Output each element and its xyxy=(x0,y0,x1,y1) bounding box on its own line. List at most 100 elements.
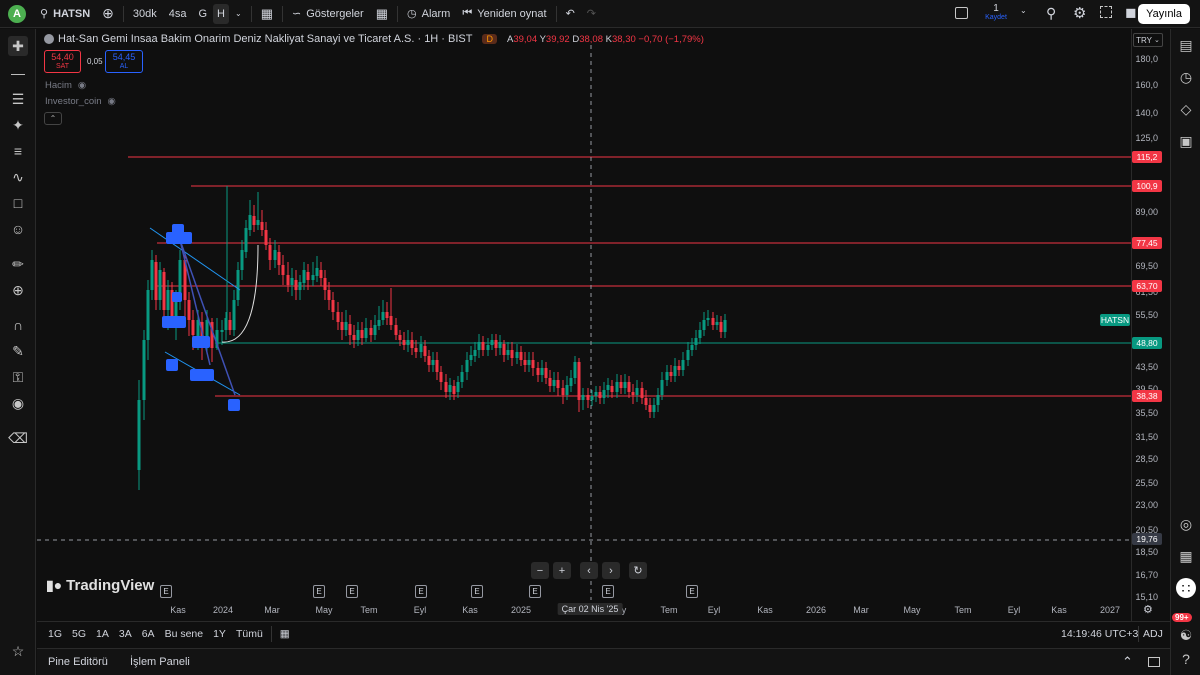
layers-icon[interactable]: ◇ xyxy=(1176,99,1196,119)
time-scale[interactable]: Kas 2024 Mar May Tem Eyl Kas 2025 y Çar … xyxy=(37,601,1169,619)
eye-hidden-icon[interactable]: ◉ xyxy=(78,80,86,91)
event-marker[interactable]: E xyxy=(686,585,698,598)
interval-30m[interactable]: 30dk xyxy=(127,0,163,28)
pine-editor-tab[interactable]: Pine Editörü xyxy=(37,656,119,668)
candle-body xyxy=(348,324,352,335)
event-marker[interactable]: E xyxy=(313,585,325,598)
indicator-volume-label: Hacim xyxy=(45,80,72,91)
adjust-toggle[interactable]: ADJ xyxy=(1143,628,1163,640)
range-6m[interactable]: 6A xyxy=(137,628,160,640)
event-marker[interactable]: E xyxy=(602,585,614,598)
price-chart[interactable] xyxy=(37,29,1169,621)
alerts-clock-icon[interactable]: ◷ xyxy=(1176,67,1196,87)
range-1d[interactable]: 1G xyxy=(43,628,67,640)
apps-grid-icon[interactable]: ∷ xyxy=(1176,578,1196,598)
compare-symbol-button[interactable]: ⊕ xyxy=(96,0,120,28)
buy-button[interactable]: 54,45 AL xyxy=(105,50,143,73)
range-all[interactable]: Tümü xyxy=(231,628,268,640)
zoom-in-button[interactable]: + xyxy=(553,562,571,579)
tradingview-logo[interactable]: ▮● TradingView xyxy=(46,577,154,594)
alarm-button[interactable]: ◷ Alarm xyxy=(401,0,456,28)
collapse-legend-button[interactable]: ⌃ xyxy=(44,112,62,125)
snapshot-button[interactable]: ◼ xyxy=(1125,4,1137,21)
symbol-search[interactable]: ⚲ HATSN xyxy=(34,0,96,28)
crosshair-icon[interactable]: ✚ xyxy=(8,36,28,56)
trend-line-icon[interactable]: — xyxy=(8,63,28,83)
interval-hour[interactable]: H xyxy=(213,3,229,24)
time-scale-settings-button[interactable]: ⚙ xyxy=(1143,603,1153,616)
text-note-icon[interactable]: □ xyxy=(8,193,28,213)
time-label: Eyl xyxy=(413,605,427,615)
eye-hidden-icon[interactable]: ◉ xyxy=(108,96,116,107)
fib-retracement-icon[interactable]: ☰ xyxy=(8,89,28,109)
user-avatar[interactable]: A xyxy=(8,4,26,23)
event-marker[interactable]: E xyxy=(471,585,483,598)
trash-icon[interactable]: ⌫ xyxy=(8,428,28,448)
interval-4h[interactable]: 4sa xyxy=(163,0,193,28)
calendar-icon[interactable]: ▦ xyxy=(1176,546,1196,566)
templates-button[interactable]: ▦ xyxy=(370,0,394,28)
interval-day[interactable]: G xyxy=(192,0,213,28)
replay-button[interactable]: ⏮ Yeniden oynat xyxy=(456,0,552,28)
indicators-button[interactable]: ∽ Göstergeler xyxy=(286,0,370,28)
time-label: Mar xyxy=(264,605,280,615)
expand-panel-button[interactable]: ⌃ xyxy=(1122,654,1133,670)
indicator-volume[interactable]: Hacim ◉ xyxy=(45,80,86,91)
eye-icon[interactable]: ◉ xyxy=(8,393,28,413)
candle-body xyxy=(631,392,635,395)
quick-search-button[interactable]: ⚲ xyxy=(1046,5,1056,22)
pattern-tool-icon[interactable]: ✦ xyxy=(8,115,28,135)
chart-pane[interactable] xyxy=(37,29,1169,621)
lock-icon[interactable]: ⚿ xyxy=(8,367,28,387)
save-button[interactable]: 1 Kaydet xyxy=(980,3,1012,21)
range-1y[interactable]: 1Y xyxy=(208,628,231,640)
range-5d[interactable]: 5G xyxy=(67,628,91,640)
settings-button[interactable]: ⚙ xyxy=(1073,4,1086,22)
help-icon[interactable]: ? xyxy=(1176,649,1196,669)
trade-panel-tab[interactable]: İşlem Paneli xyxy=(119,656,201,668)
ruler-icon[interactable]: ✏ xyxy=(8,254,28,274)
go-to-date-button[interactable]: ▦ xyxy=(275,628,295,640)
chat-icon[interactable]: ▣ xyxy=(1176,131,1196,151)
redo-button[interactable]: ↷ xyxy=(581,0,602,28)
zoom-out-button[interactable]: − xyxy=(531,562,549,579)
save-dropdown[interactable]: ⌄ xyxy=(1020,6,1027,15)
candle-body xyxy=(240,250,244,270)
publish-button[interactable]: Yayınla xyxy=(1138,4,1190,24)
layout-button[interactable] xyxy=(955,7,968,19)
symbol-legend[interactable]: Hat-San Gemi Insaa Bakim Onarim Deniz Na… xyxy=(44,33,704,45)
interval-dropdown[interactable]: ⌄ xyxy=(229,0,248,28)
indicator-investor-coin[interactable]: Investor_coin ◉ xyxy=(45,96,116,107)
fullscreen-button[interactable] xyxy=(1100,6,1112,18)
price-label: 160,0 xyxy=(1135,80,1158,90)
scroll-right-button[interactable]: › xyxy=(602,562,620,579)
event-marker[interactable]: E xyxy=(346,585,358,598)
emoji-icon[interactable]: ☺ xyxy=(8,219,28,239)
maximize-panel-button[interactable] xyxy=(1148,657,1160,667)
sell-button[interactable]: 54,40 SAT xyxy=(44,50,81,73)
currency-selector[interactable]: TRY ⌄ xyxy=(1133,33,1163,47)
event-marker[interactable]: E xyxy=(529,585,541,598)
lock-drawing-icon[interactable]: ✎ xyxy=(8,341,28,361)
undo-button[interactable]: ↶ xyxy=(560,0,581,28)
notifications-icon[interactable]: ☯ xyxy=(1176,625,1196,645)
ideas-target-icon[interactable]: ◎ xyxy=(1176,514,1196,534)
zoom-in-icon[interactable]: ⊕ xyxy=(8,280,28,300)
favorite-tools-icon[interactable]: ☆ xyxy=(8,641,28,661)
event-marker[interactable]: E xyxy=(415,585,427,598)
brush-tool-icon[interactable]: ∿ xyxy=(8,167,28,187)
range-3m[interactable]: 3A xyxy=(114,628,137,640)
scroll-left-button[interactable]: ‹ xyxy=(580,562,598,579)
clock-display[interactable]: 14:19:46 UTC+3 xyxy=(1061,628,1138,640)
chart-type-button[interactable]: ▦ xyxy=(255,0,279,28)
reset-chart-button[interactable]: ↻ xyxy=(629,562,647,579)
projection-tool-icon[interactable]: ≡ xyxy=(8,141,28,161)
toolbar-divider xyxy=(250,5,252,22)
range-ytd[interactable]: Bu sene xyxy=(160,628,209,640)
event-marker[interactable]: E xyxy=(160,585,172,598)
magnet-icon[interactable]: ∩ xyxy=(8,315,28,335)
price-tag: 63,70 xyxy=(1132,280,1162,292)
range-1m[interactable]: 1A xyxy=(91,628,114,640)
candle-body xyxy=(556,380,560,388)
watchlist-icon[interactable]: ▤ xyxy=(1176,35,1196,55)
